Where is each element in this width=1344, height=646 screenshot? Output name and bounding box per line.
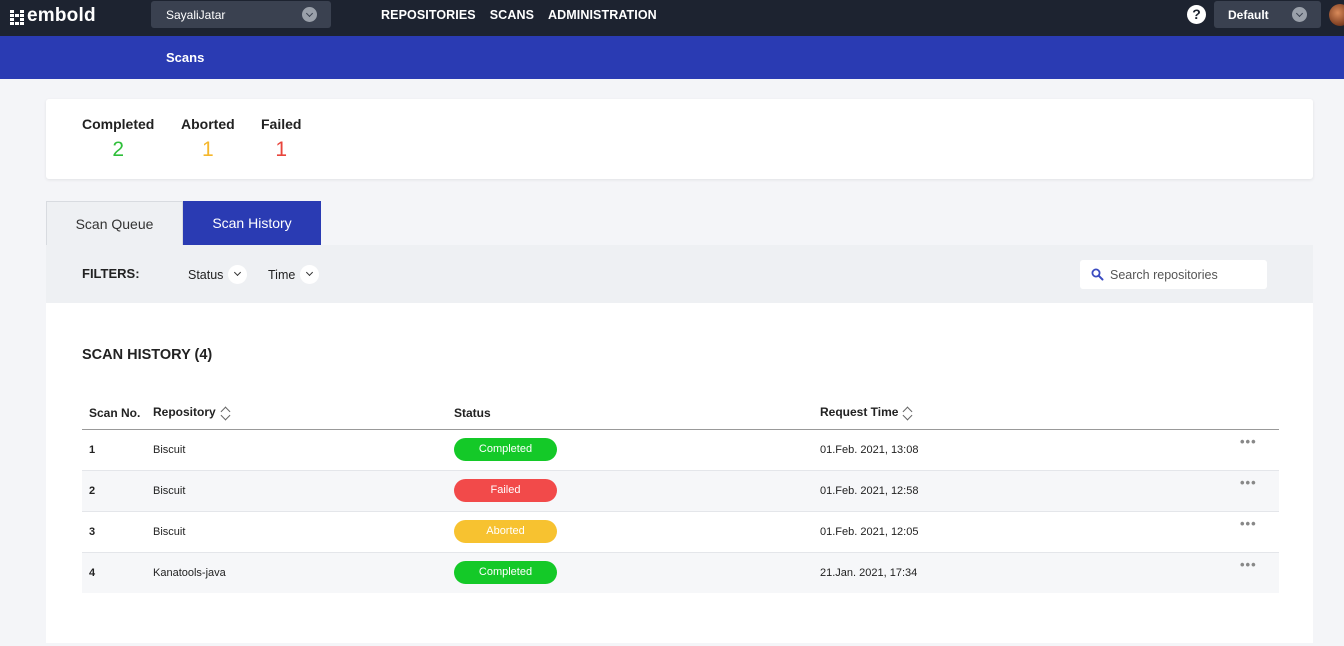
user-selector[interactable]: SayaliJatar: [151, 1, 331, 28]
summary-completed-label: Completed: [82, 116, 155, 132]
time-filter-label: Time: [268, 267, 296, 282]
summary-aborted-label: Aborted: [181, 116, 235, 132]
scan-history-table: Scan No. Repository Status Request Time …: [82, 397, 1279, 593]
status-badge: Aborted: [454, 520, 557, 543]
summary-failed: Failed 1: [261, 116, 301, 162]
scan-history-title: SCAN HISTORY (4): [82, 347, 213, 363]
status-filter-label: Status: [188, 267, 224, 282]
scan-no-cell: 3: [82, 511, 153, 553]
more-options-icon[interactable]: •••: [1240, 516, 1257, 531]
table-row: 3 Biscuit Aborted 01.Feb. 2021, 12:05 ••…: [82, 511, 1279, 553]
status-filter-dropdown[interactable]: Status: [188, 265, 248, 284]
user-selector-value: SayaliJatar: [166, 8, 226, 22]
column-status-label: Status: [454, 405, 491, 420]
chevron-down-icon: [302, 7, 317, 22]
filters-label: FILTERS:: [82, 266, 140, 281]
summary-failed-label: Failed: [261, 116, 302, 132]
scan-no-cell: 1: [82, 429, 153, 471]
profile-selector-value: Default: [1228, 8, 1269, 22]
avatar[interactable]: [1329, 4, 1344, 26]
help-icon[interactable]: ?: [1187, 5, 1206, 24]
chevron-down-icon: [228, 265, 248, 284]
more-options-icon[interactable]: •••: [1240, 557, 1257, 572]
table-row: 1 Biscuit Completed 01.Feb. 2021, 13:08 …: [82, 429, 1279, 471]
table-row: 2 Biscuit Failed 01.Feb. 2021, 12:58 •••: [82, 470, 1279, 512]
repository-cell: Biscuit: [153, 511, 454, 553]
row-actions-cell: •••: [1240, 511, 1279, 553]
page-header: Scans: [0, 36, 1344, 79]
table-row: 4 Kanatools-java Completed 21.Jan. 2021,…: [82, 552, 1279, 593]
main-nav: REPOSITORIES SCANS ADMINISTRATION: [381, 8, 657, 22]
scan-history-panel: SCAN HISTORY (4) Scan No. Repository Sta…: [46, 303, 1313, 643]
column-status: Status: [454, 397, 820, 430]
repository-cell: Biscuit: [153, 429, 454, 471]
summary-completed: Completed 2: [82, 116, 154, 162]
chevron-down-icon: [1292, 7, 1307, 22]
search-input[interactable]: [1110, 267, 1260, 282]
filters-bar: FILTERS: Status Time: [46, 245, 1313, 303]
scan-summary-card: Completed 2 Aborted 1 Failed 1: [46, 99, 1313, 179]
summary-completed-count: 2: [112, 138, 125, 161]
tab-scan-queue[interactable]: Scan Queue: [46, 201, 183, 245]
summary-aborted: Aborted 1: [181, 116, 235, 162]
nav-administration[interactable]: ADMINISTRATION: [548, 8, 657, 22]
search-box[interactable]: [1080, 260, 1267, 289]
request-time-cell: 01.Feb. 2021, 12:58: [820, 470, 1240, 512]
more-options-icon[interactable]: •••: [1240, 434, 1257, 449]
page-title: Scans: [166, 50, 205, 65]
column-request-time-label: Request Time: [820, 405, 899, 420]
nav-scans[interactable]: SCANS: [490, 8, 534, 22]
sort-icon[interactable]: [902, 406, 913, 420]
row-actions-cell: •••: [1240, 552, 1279, 593]
profile-selector[interactable]: Default: [1214, 1, 1321, 28]
chevron-down-icon: [300, 265, 320, 284]
row-actions-cell: •••: [1240, 429, 1279, 471]
status-cell: Completed: [454, 429, 820, 471]
search-icon: [1091, 268, 1104, 281]
summary-failed-count: 1: [275, 138, 288, 161]
request-time-cell: 21.Jan. 2021, 17:34: [820, 552, 1240, 593]
status-cell: Failed: [454, 470, 820, 512]
top-bar: embold SayaliJatar REPOSITORIES SCANS AD…: [0, 0, 1344, 36]
column-scan-no-label: Scan No.: [89, 405, 141, 420]
column-actions: [1240, 397, 1279, 430]
nav-repositories[interactable]: REPOSITORIES: [381, 8, 476, 22]
time-filter-dropdown[interactable]: Time: [268, 265, 320, 284]
column-request-time[interactable]: Request Time: [820, 397, 1240, 430]
sort-icon[interactable]: [220, 406, 231, 420]
more-options-icon[interactable]: •••: [1240, 475, 1257, 490]
request-time-cell: 01.Feb. 2021, 13:08: [820, 429, 1240, 471]
logo-grid-icon: [10, 9, 24, 25]
status-cell: Aborted: [454, 511, 820, 553]
repository-cell: Kanatools-java: [153, 552, 454, 593]
table-header-row: Scan No. Repository Status Request Time: [82, 397, 1279, 430]
embold-logo[interactable]: embold: [10, 5, 96, 27]
repository-cell: Biscuit: [153, 470, 454, 512]
summary-aborted-count: 1: [201, 138, 214, 161]
tab-scan-history[interactable]: Scan History: [183, 201, 321, 245]
request-time-cell: 01.Feb. 2021, 12:05: [820, 511, 1240, 553]
column-repository-label: Repository: [153, 405, 216, 420]
status-badge: Completed: [454, 561, 557, 585]
column-repository[interactable]: Repository: [153, 397, 454, 430]
row-actions-cell: •••: [1240, 470, 1279, 512]
column-scan-no: Scan No.: [82, 397, 153, 430]
status-cell: Completed: [454, 552, 820, 593]
scan-no-cell: 4: [82, 552, 153, 593]
status-badge: Failed: [454, 479, 557, 502]
scan-no-cell: 2: [82, 470, 153, 512]
logo-text: embold: [27, 5, 96, 26]
status-badge: Completed: [454, 438, 557, 461]
